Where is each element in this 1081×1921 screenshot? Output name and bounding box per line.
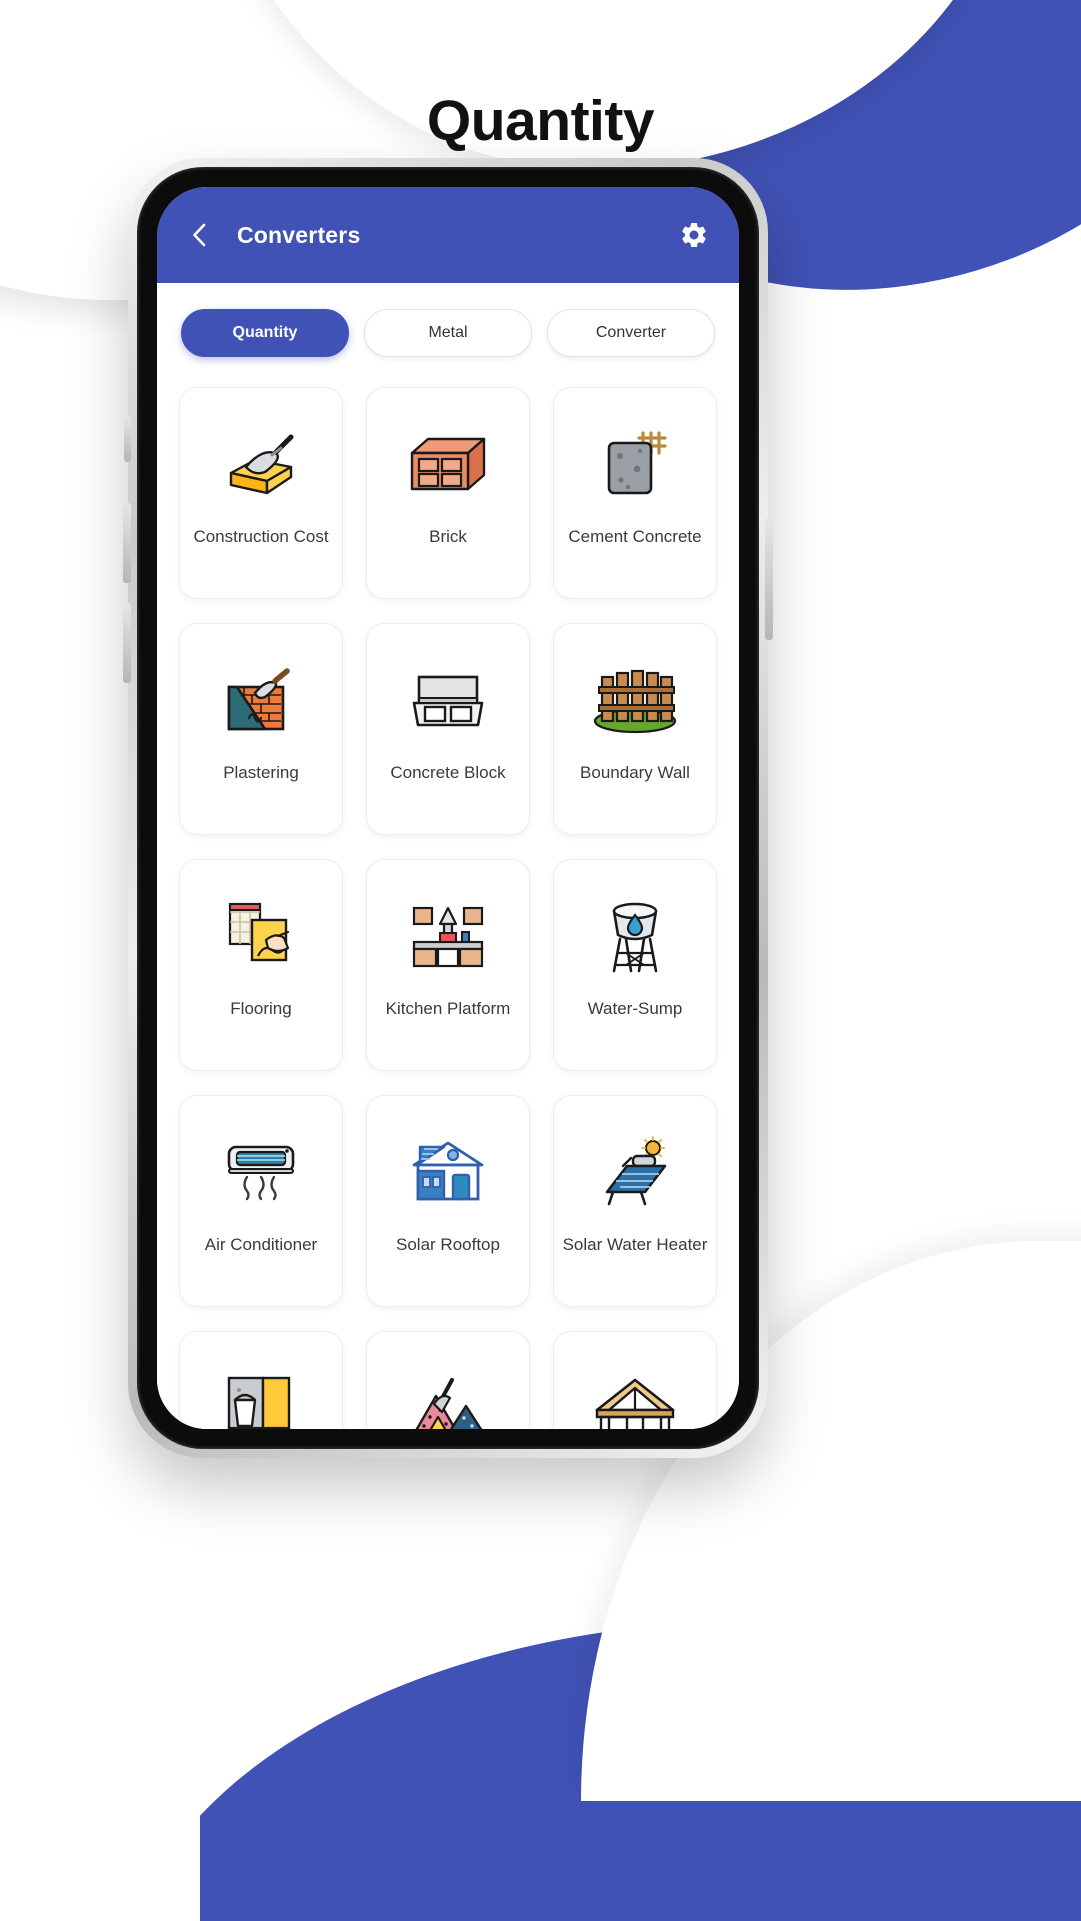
card-label: Concrete Block: [390, 763, 506, 782]
page-title: Quantity: [426, 89, 655, 153]
trowel-on-brick-icon: [221, 418, 301, 510]
card-brick[interactable]: Brick: [366, 387, 530, 599]
paint-bucket-roller-icon: [221, 1362, 301, 1429]
card-label: Kitchen Platform: [385, 999, 511, 1018]
boundary-fence-icon: [591, 654, 679, 746]
card-label: Plastering: [223, 763, 299, 782]
solar-water-heater-icon: [593, 1126, 677, 1218]
card-cement-concrete[interactable]: Cement Concrete: [553, 387, 717, 599]
tab-converter-label: Converter: [595, 324, 667, 341]
card-label: Water-Sump: [587, 999, 683, 1018]
card-air-conditioner[interactable]: Air Conditioner: [179, 1095, 343, 1307]
phone-mute-button[interactable]: [124, 416, 131, 462]
card-label: Boundary Wall: [580, 763, 690, 782]
app-body: Quantity Metal Converter Construction Co…: [157, 283, 739, 1429]
tab-metal[interactable]: Metal: [364, 309, 532, 357]
phone-volume-up-button[interactable]: [123, 503, 131, 583]
app-header: Converters: [157, 187, 739, 283]
air-conditioner-icon: [219, 1126, 303, 1218]
plastering-wall-trowel-icon: [221, 654, 301, 746]
concrete-block-icon: [406, 654, 490, 746]
tab-quantity-label: Quantity: [232, 324, 298, 341]
card-boundary-wall[interactable]: Boundary Wall: [553, 623, 717, 835]
card-label: Solar Water Heater: [562, 1235, 708, 1254]
wood-truss-icon: [591, 1362, 679, 1429]
card-plastering[interactable]: Plastering: [179, 623, 343, 835]
card-solar-water-heater[interactable]: Solar Water Heater: [553, 1095, 717, 1307]
cement-slab-rebar-icon: [599, 418, 671, 510]
card-solar-rooftop[interactable]: Solar Rooftop: [366, 1095, 530, 1307]
card-construction-cost[interactable]: Construction Cost: [179, 387, 343, 599]
excavation-shovel-icon: [406, 1362, 490, 1429]
converter-card-grid: Construction Cost Brick Cement Concrete …: [179, 387, 717, 1429]
phone-power-button[interactable]: [765, 518, 773, 640]
kitchen-platform-icon: [406, 890, 490, 982]
card-concrete-block[interactable]: Concrete Block: [366, 623, 530, 835]
card-label: Construction Cost: [193, 527, 329, 546]
solar-house-icon: [408, 1126, 488, 1218]
phone-bezel: Converters Quantity Metal Converter Cons…: [137, 167, 759, 1449]
water-tower-icon: [600, 890, 670, 982]
card-label: Air Conditioner: [204, 1235, 318, 1254]
screenshot-stage: Quantity Converters Quantity Metal Conve…: [0, 0, 1081, 1921]
card-water-sump[interactable]: Water-Sump: [553, 859, 717, 1071]
card-label: Cement Concrete: [568, 527, 702, 546]
card-excavation[interactable]: Excavation: [366, 1331, 530, 1429]
card-label: Brick: [429, 527, 467, 546]
card-wood-frame[interactable]: Wood Frame: [553, 1331, 717, 1429]
phone-mockup: Converters Quantity Metal Converter Cons…: [123, 158, 773, 1458]
flooring-tiles-icon: [222, 890, 300, 982]
tab-converter[interactable]: Converter: [547, 309, 715, 357]
card-label: Flooring: [230, 999, 292, 1018]
background-white-block-bottom-left: [0, 1401, 200, 1921]
app-title: Converters: [237, 221, 361, 248]
card-kitchen-platform[interactable]: Kitchen Platform: [366, 859, 530, 1071]
phone-volume-down-button[interactable]: [123, 603, 131, 683]
tab-row: Quantity Metal Converter: [179, 309, 717, 357]
card-paint-work[interactable]: Paint Work: [179, 1331, 343, 1429]
brick-icon: [406, 418, 490, 510]
chevron-left-icon[interactable]: [185, 220, 215, 250]
gear-icon[interactable]: [677, 218, 711, 252]
phone-screen: Converters Quantity Metal Converter Cons…: [157, 187, 739, 1429]
card-flooring[interactable]: Flooring: [179, 859, 343, 1071]
tab-metal-label: Metal: [428, 324, 468, 341]
tab-quantity[interactable]: Quantity: [181, 309, 349, 357]
card-label: Solar Rooftop: [396, 1235, 500, 1254]
